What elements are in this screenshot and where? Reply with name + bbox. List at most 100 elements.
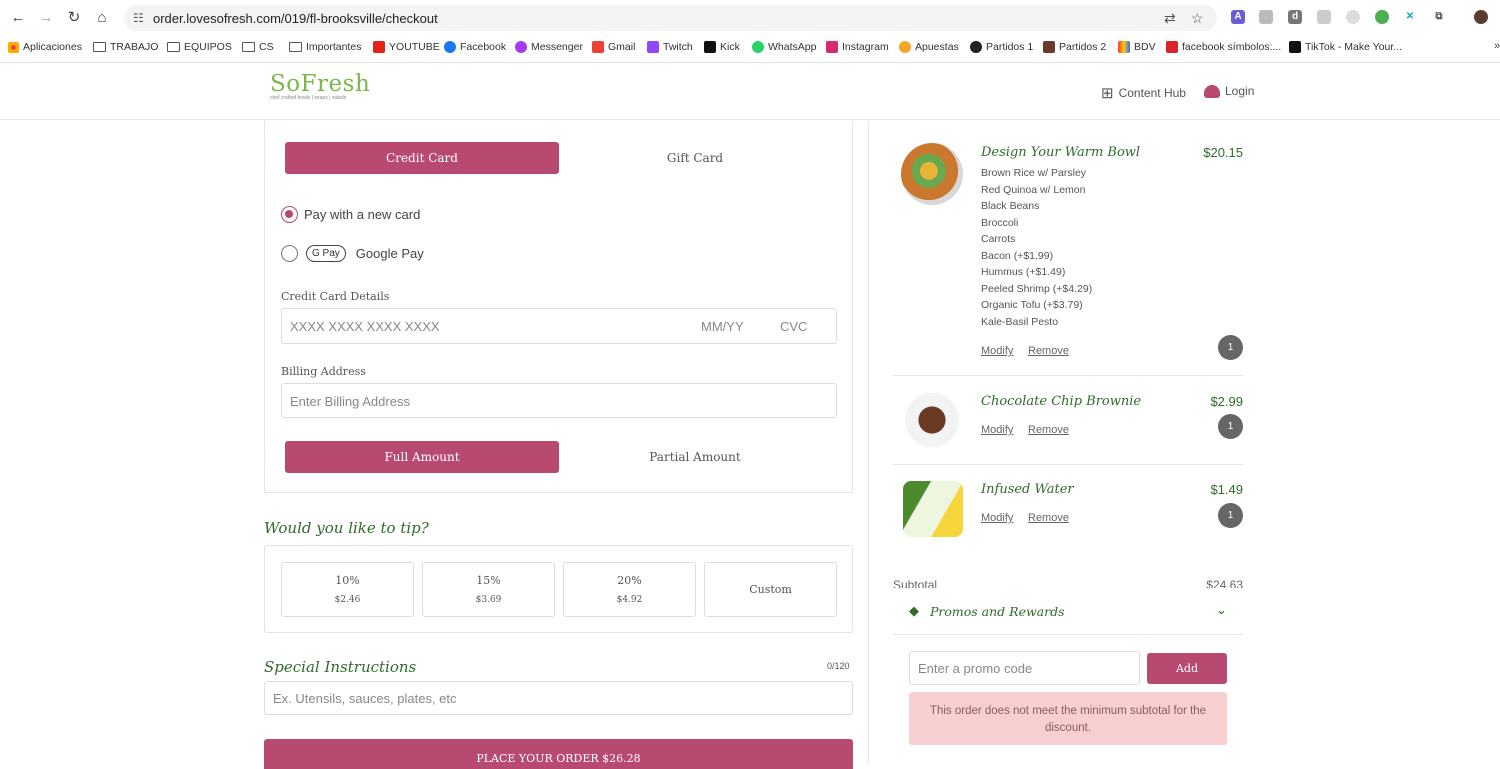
add-promo-button[interactable]: Add <box>1147 653 1227 684</box>
bookmark-bdv[interactable]: BDV <box>1118 41 1156 53</box>
expiry-input[interactable]: MM/YY <box>701 319 744 334</box>
address-bar[interactable]: ☷ order.lovesofresh.com/019/fl-brooksvil… <box>124 5 1217 31</box>
bookmark-partidos-2[interactable]: Partidos 2 <box>1043 41 1106 53</box>
full-amount-button[interactable]: Full Amount <box>285 441 559 473</box>
bookmark-whatsapp[interactable]: WhatsApp <box>752 41 816 53</box>
google-pay-badge-icon: G Pay <box>306 245 346 262</box>
whatsapp-icon <box>752 41 764 53</box>
pay-new-card-option[interactable]: Pay with a new card <box>281 206 420 223</box>
radio-unselected[interactable] <box>281 245 298 262</box>
brownie-image <box>905 393 959 447</box>
translate-icon[interactable]: ⇄ <box>1164 10 1176 27</box>
place-order-button[interactable]: PLACE YOUR ORDER $26.28 <box>264 739 853 769</box>
remove-link[interactable]: Remove <box>1028 345 1069 357</box>
tip-20-button[interactable]: 20% $4.92 <box>563 562 696 617</box>
instagram-icon <box>826 41 838 53</box>
bookmark-facebook-simbolos[interactable]: facebook símbolos:... <box>1166 41 1281 53</box>
modify-link[interactable]: Modify <box>981 424 1013 436</box>
item-option: Black Beans <box>981 200 1040 212</box>
checkout-form: Credit Card Gift Card Pay with a new car… <box>0 121 869 769</box>
divider <box>893 375 1243 376</box>
profile-avatar[interactable] <box>1474 10 1488 24</box>
radio-selected[interactable] <box>281 206 298 223</box>
facebook-icon <box>444 41 456 53</box>
bookmark-partidos-1[interactable]: Partidos 1 <box>970 41 1033 53</box>
item-option: Organic Tofu (+$3.79) <box>981 299 1083 311</box>
partial-amount-button[interactable]: Partial Amount <box>558 441 832 473</box>
tip-custom-button[interactable]: Custom <box>704 562 837 617</box>
bookmarks-overflow-icon[interactable]: » <box>1494 40 1500 52</box>
credit-card-tab[interactable]: Credit Card <box>285 142 559 174</box>
forward-icon[interactable]: → <box>36 8 56 28</box>
cart-item: Design Your Warm Bowl $20.15 Brown Rice … <box>893 143 1243 363</box>
bookmark-messenger[interactable]: Messenger <box>515 41 583 53</box>
promo-warning-message: This order does not meet the minimum sub… <box>909 692 1227 745</box>
bookmark-tiktok[interactable]: TikTok - Make Your... <box>1289 41 1402 53</box>
bookmark-twitch[interactable]: Twitch <box>647 41 693 53</box>
facebook-symbols-icon <box>1166 41 1178 53</box>
folder-icon <box>242 42 255 52</box>
url-text: order.lovesofresh.com/019/fl-brooksville… <box>153 11 438 26</box>
modify-link[interactable]: Modify <box>981 512 1013 524</box>
tiktok-icon <box>1289 41 1301 53</box>
divider <box>893 464 1243 465</box>
apuestas-icon <box>899 41 911 53</box>
bookmark-youtube[interactable]: YOUTUBE <box>373 41 440 53</box>
modify-link[interactable]: Modify <box>981 345 1013 357</box>
extension-x-icon[interactable]: ✕ <box>1403 10 1417 24</box>
kick-icon <box>704 41 716 53</box>
extension-a-icon[interactable]: A <box>1231 10 1245 24</box>
bookmark-apps[interactable]: Aplicaciones <box>8 41 82 53</box>
item-name[interactable]: Design Your Warm Bowl <box>981 145 1140 160</box>
tip-title: Would you like to tip? <box>264 519 429 537</box>
quantity-badge: 1 <box>1218 503 1243 528</box>
extensions-puzzle-icon[interactable]: ⧉ <box>1432 10 1446 24</box>
cvc-input[interactable]: CVC <box>780 319 807 334</box>
bookmark-folder-importantes[interactable]: Importantes <box>289 41 361 53</box>
back-icon[interactable]: ← <box>8 8 28 28</box>
subtotal-row: Subtotal $24.63 <box>893 578 1243 588</box>
tip-15-button[interactable]: 15% $3.69 <box>422 562 555 617</box>
bookmark-gmail[interactable]: Gmail <box>592 41 635 53</box>
promos-rewards-toggle[interactable]: ◆ Promos and Rewards ⌄ <box>893 595 1243 635</box>
credit-card-field[interactable]: XXXX XXXX XXXX XXXX MM/YY CVC <box>281 308 837 344</box>
extension-green-icon[interactable] <box>1375 10 1389 24</box>
billing-address-input[interactable]: Enter Billing Address <box>281 383 837 418</box>
extension-circle-icon[interactable] <box>1346 10 1360 24</box>
folder-icon <box>167 42 180 52</box>
remove-link[interactable]: Remove <box>1028 512 1069 524</box>
tip-10-button[interactable]: 10% $2.46 <box>281 562 414 617</box>
bookmark-facebook[interactable]: Facebook <box>444 41 506 53</box>
item-option: Red Quinoa w/ Lemon <box>981 184 1086 196</box>
item-name[interactable]: Infused Water <box>981 482 1074 497</box>
bookmark-folder-equipos[interactable]: EQUIPOS <box>167 41 232 53</box>
item-option: Broccoli <box>981 217 1019 229</box>
bookmark-star-icon[interactable]: ☆ <box>1191 10 1204 27</box>
sofresh-logo[interactable]: SoFresh chef crafted bowls | wraps | sal… <box>270 71 370 101</box>
home-icon[interactable]: ⌂ <box>92 8 112 28</box>
bookmark-folder-cs[interactable]: CS <box>242 41 274 53</box>
browser-toolbar: ← → ↻ ⌂ ☷ order.lovesofresh.com/019/fl-b… <box>0 0 1500 35</box>
bookmark-folder-trabajo[interactable]: TRABAJO <box>93 41 158 53</box>
bookmark-instagram[interactable]: Instagram <box>826 41 889 53</box>
content-hub-link[interactable]: ⊞ Content Hub <box>1101 84 1186 102</box>
google-pay-option[interactable]: G Pay Google Pay <box>281 245 424 262</box>
partidos-icon <box>1043 41 1055 53</box>
site-info-icon[interactable]: ☷ <box>133 11 144 25</box>
extension-k-icon[interactable] <box>1317 10 1331 24</box>
bookmark-apuestas[interactable]: Apuestas <box>899 41 959 53</box>
card-number-input[interactable]: XXXX XXXX XXXX XXXX <box>290 319 440 334</box>
item-name[interactable]: Chocolate Chip Brownie <box>981 394 1141 409</box>
promo-code-input[interactable]: Enter a promo code <box>909 651 1140 685</box>
extension-cloud-icon[interactable] <box>1259 10 1273 24</box>
user-icon <box>1204 84 1220 98</box>
credit-card-details-label: Credit Card Details <box>281 290 390 303</box>
bookmark-kick[interactable]: Kick <box>704 41 740 53</box>
login-link[interactable]: Login <box>1204 84 1254 98</box>
extension-d-icon[interactable]: d <box>1288 10 1302 24</box>
reload-icon[interactable]: ↻ <box>64 8 84 28</box>
remove-link[interactable]: Remove <box>1028 424 1069 436</box>
messenger-icon <box>515 41 527 53</box>
gift-card-tab[interactable]: Gift Card <box>558 142 832 174</box>
special-instructions-input[interactable]: Ex. Utensils, sauces, plates, etc <box>264 681 853 715</box>
